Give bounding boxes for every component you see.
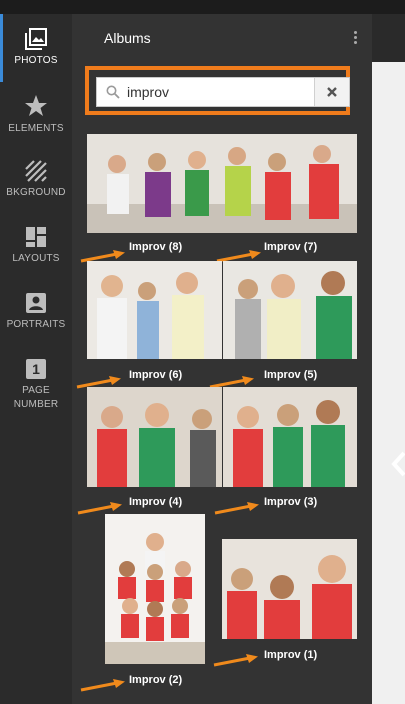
album-thumbnail-improv-4[interactable] <box>87 387 222 487</box>
search-box <box>96 77 350 107</box>
star-icon <box>25 95 47 116</box>
album-thumbnail-improv-3[interactable] <box>223 387 357 487</box>
search-input[interactable] <box>127 82 307 102</box>
album-caption-improv-5[interactable]: Improv (5) <box>264 369 317 381</box>
album-caption-improv-8[interactable]: Improv (8) <box>129 241 182 253</box>
annotation-arrow-icon <box>80 679 125 692</box>
sidebar-item-label: BKGROUND <box>6 187 66 198</box>
chevron-left-icon[interactable] <box>390 450 405 478</box>
album-thumbnail-improv-8[interactable] <box>87 134 357 233</box>
canvas-toolbar <box>372 14 405 62</box>
sidebar-item-elements[interactable]: ELEMENTS <box>0 94 72 136</box>
sidebar-item-photos[interactable]: PHOTOS <box>0 14 72 82</box>
panel-title: Albums <box>104 30 151 46</box>
annotation-arrow-icon <box>214 502 259 515</box>
sidebar-nav: PHOTOS ELEMENTS BKGROUND LAYOUTS PORTRAI… <box>0 14 72 704</box>
layouts-icon <box>26 227 46 247</box>
album-caption-improv-7[interactable]: Improv (7) <box>264 241 317 253</box>
album-caption-improv-6[interactable]: Improv (6) <box>129 369 182 381</box>
search-icon <box>106 85 120 99</box>
portrait-icon <box>26 293 46 313</box>
album-caption-improv-3[interactable]: Improv (3) <box>264 496 317 508</box>
more-options-icon[interactable] <box>354 31 358 46</box>
album-caption-improv-1[interactable]: Improv (1) <box>264 649 317 661</box>
annotation-arrow-icon <box>213 654 258 667</box>
top-bar <box>0 0 405 14</box>
sidebar-item-label: PHOTOS <box>14 55 58 66</box>
panel-header: Albums <box>72 14 372 62</box>
photos-icon <box>25 28 47 50</box>
page-number-glyph: 1 <box>32 361 40 377</box>
sidebar-item-portraits[interactable]: PORTRAITS <box>0 292 72 332</box>
album-caption-improv-4[interactable]: Improv (4) <box>129 496 182 508</box>
sidebar-item-label: PAGE NUMBER <box>13 385 59 410</box>
sidebar-item-label: PORTRAITS <box>6 319 66 330</box>
album-thumbnail-improv-1[interactable] <box>222 539 357 639</box>
albums-panel: Albums Improv (8) Improv (7) <box>72 14 372 704</box>
pattern-icon <box>25 160 47 182</box>
clear-search-button[interactable] <box>314 78 349 106</box>
sidebar-item-label: LAYOUTS <box>12 253 60 264</box>
album-caption-improv-2[interactable]: Improv (2) <box>129 674 182 686</box>
sidebar-item-label: ELEMENTS <box>8 123 64 134</box>
sidebar-item-background[interactable]: BKGROUND <box>0 160 72 200</box>
canvas-area <box>372 14 405 704</box>
close-icon <box>327 87 337 97</box>
album-thumbnail-improv-6[interactable] <box>87 261 222 359</box>
page-number-icon: 1 <box>26 359 46 379</box>
sidebar-item-page-number[interactable]: 1 PAGE NUMBER <box>0 358 72 412</box>
album-thumbnail-improv-2[interactable] <box>105 514 205 664</box>
album-thumbnail-improv-5[interactable] <box>223 261 357 359</box>
sidebar-item-layouts[interactable]: LAYOUTS <box>0 226 72 266</box>
